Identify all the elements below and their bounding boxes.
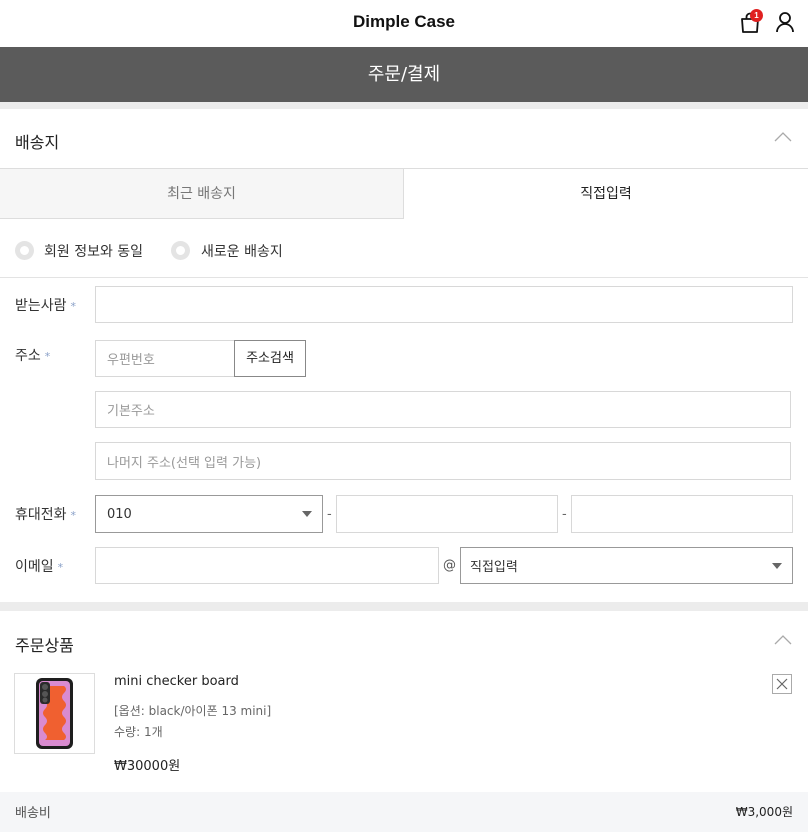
page-title: 주문/결제 — [0, 47, 808, 102]
phone-middle-input[interactable] — [336, 495, 558, 533]
product-thumbnail[interactable] — [14, 673, 95, 754]
chevron-up-icon[interactable] — [774, 131, 792, 143]
radio-new-address-label[interactable]: 새로운 배송지 — [201, 241, 283, 261]
email-domain-select[interactable]: 직접입력 — [460, 547, 793, 584]
section-divider — [0, 102, 808, 109]
phone-prefix-value: 010 — [107, 506, 132, 522]
phone-case-image — [36, 678, 73, 749]
radio-new-address[interactable] — [171, 241, 190, 260]
remove-item-button[interactable] — [772, 674, 792, 694]
product-option: [옵션: black/아이폰 13 mini] — [114, 704, 272, 718]
recipient-input[interactable] — [95, 286, 793, 323]
close-icon — [776, 678, 788, 690]
product-price: ₩30000원 — [114, 759, 181, 774]
address-search-button[interactable]: 주소검색 — [234, 340, 306, 377]
order-section-title: 주문상품 — [15, 636, 74, 655]
radio-same-as-member-label[interactable]: 회원 정보와 동일 — [44, 241, 143, 261]
email-label: 이메일 * — [15, 559, 64, 575]
divider — [0, 277, 808, 278]
top-bar: Dimple Case 1 — [0, 0, 808, 47]
product-quantity: 수량: 1개 — [114, 725, 163, 739]
detail-address-input[interactable]: 나머지 주소(선택 입력 가능) — [95, 442, 791, 480]
phone-label: 휴대전화 * — [15, 507, 77, 523]
cart-count-badge: 1 — [750, 9, 763, 22]
email-id-input[interactable] — [95, 547, 439, 584]
recipient-label: 받는사람 * — [15, 298, 77, 314]
address-label: 주소 * — [15, 348, 51, 364]
shipping-fee-label: 배송비 — [15, 806, 51, 821]
address-source-radios: 회원 정보와 동일 새로운 배송지 — [0, 233, 808, 269]
brand-logo[interactable]: Dimple Case — [0, 12, 808, 32]
tab-recent-address[interactable]: 최근 배송지 — [0, 169, 404, 219]
phone-separator: - — [327, 507, 332, 522]
shipping-tabs: 최근 배송지 직접입력 — [0, 168, 808, 219]
section-divider — [0, 602, 808, 611]
phone-separator: - — [562, 507, 567, 522]
zipcode-input[interactable]: 우편번호 — [95, 340, 235, 377]
chevron-up-icon[interactable] — [774, 634, 792, 646]
tab-direct-input[interactable]: 직접입력 — [404, 169, 808, 219]
order-section-header[interactable]: 주문상품 — [0, 612, 808, 672]
shipping-fee-row: 배송비 ₩3,000원 — [0, 792, 808, 832]
product-name[interactable]: mini checker board — [114, 674, 239, 689]
radio-same-as-member[interactable] — [15, 241, 34, 260]
chevron-down-icon — [772, 562, 782, 569]
base-address-input[interactable]: 기본주소 — [95, 391, 791, 428]
shipping-fee-value: ₩3,000원 — [735, 805, 793, 819]
shipping-section-header[interactable]: 배송지 — [0, 109, 808, 169]
shipping-section-title: 배송지 — [15, 133, 60, 152]
chevron-down-icon — [302, 511, 312, 517]
phone-prefix-select[interactable]: 010 — [95, 495, 323, 533]
email-domain-value: 직접입력 — [470, 560, 518, 575]
phone-last-input[interactable] — [571, 495, 793, 533]
email-at-sign: @ — [443, 558, 456, 573]
user-icon[interactable] — [775, 11, 795, 33]
